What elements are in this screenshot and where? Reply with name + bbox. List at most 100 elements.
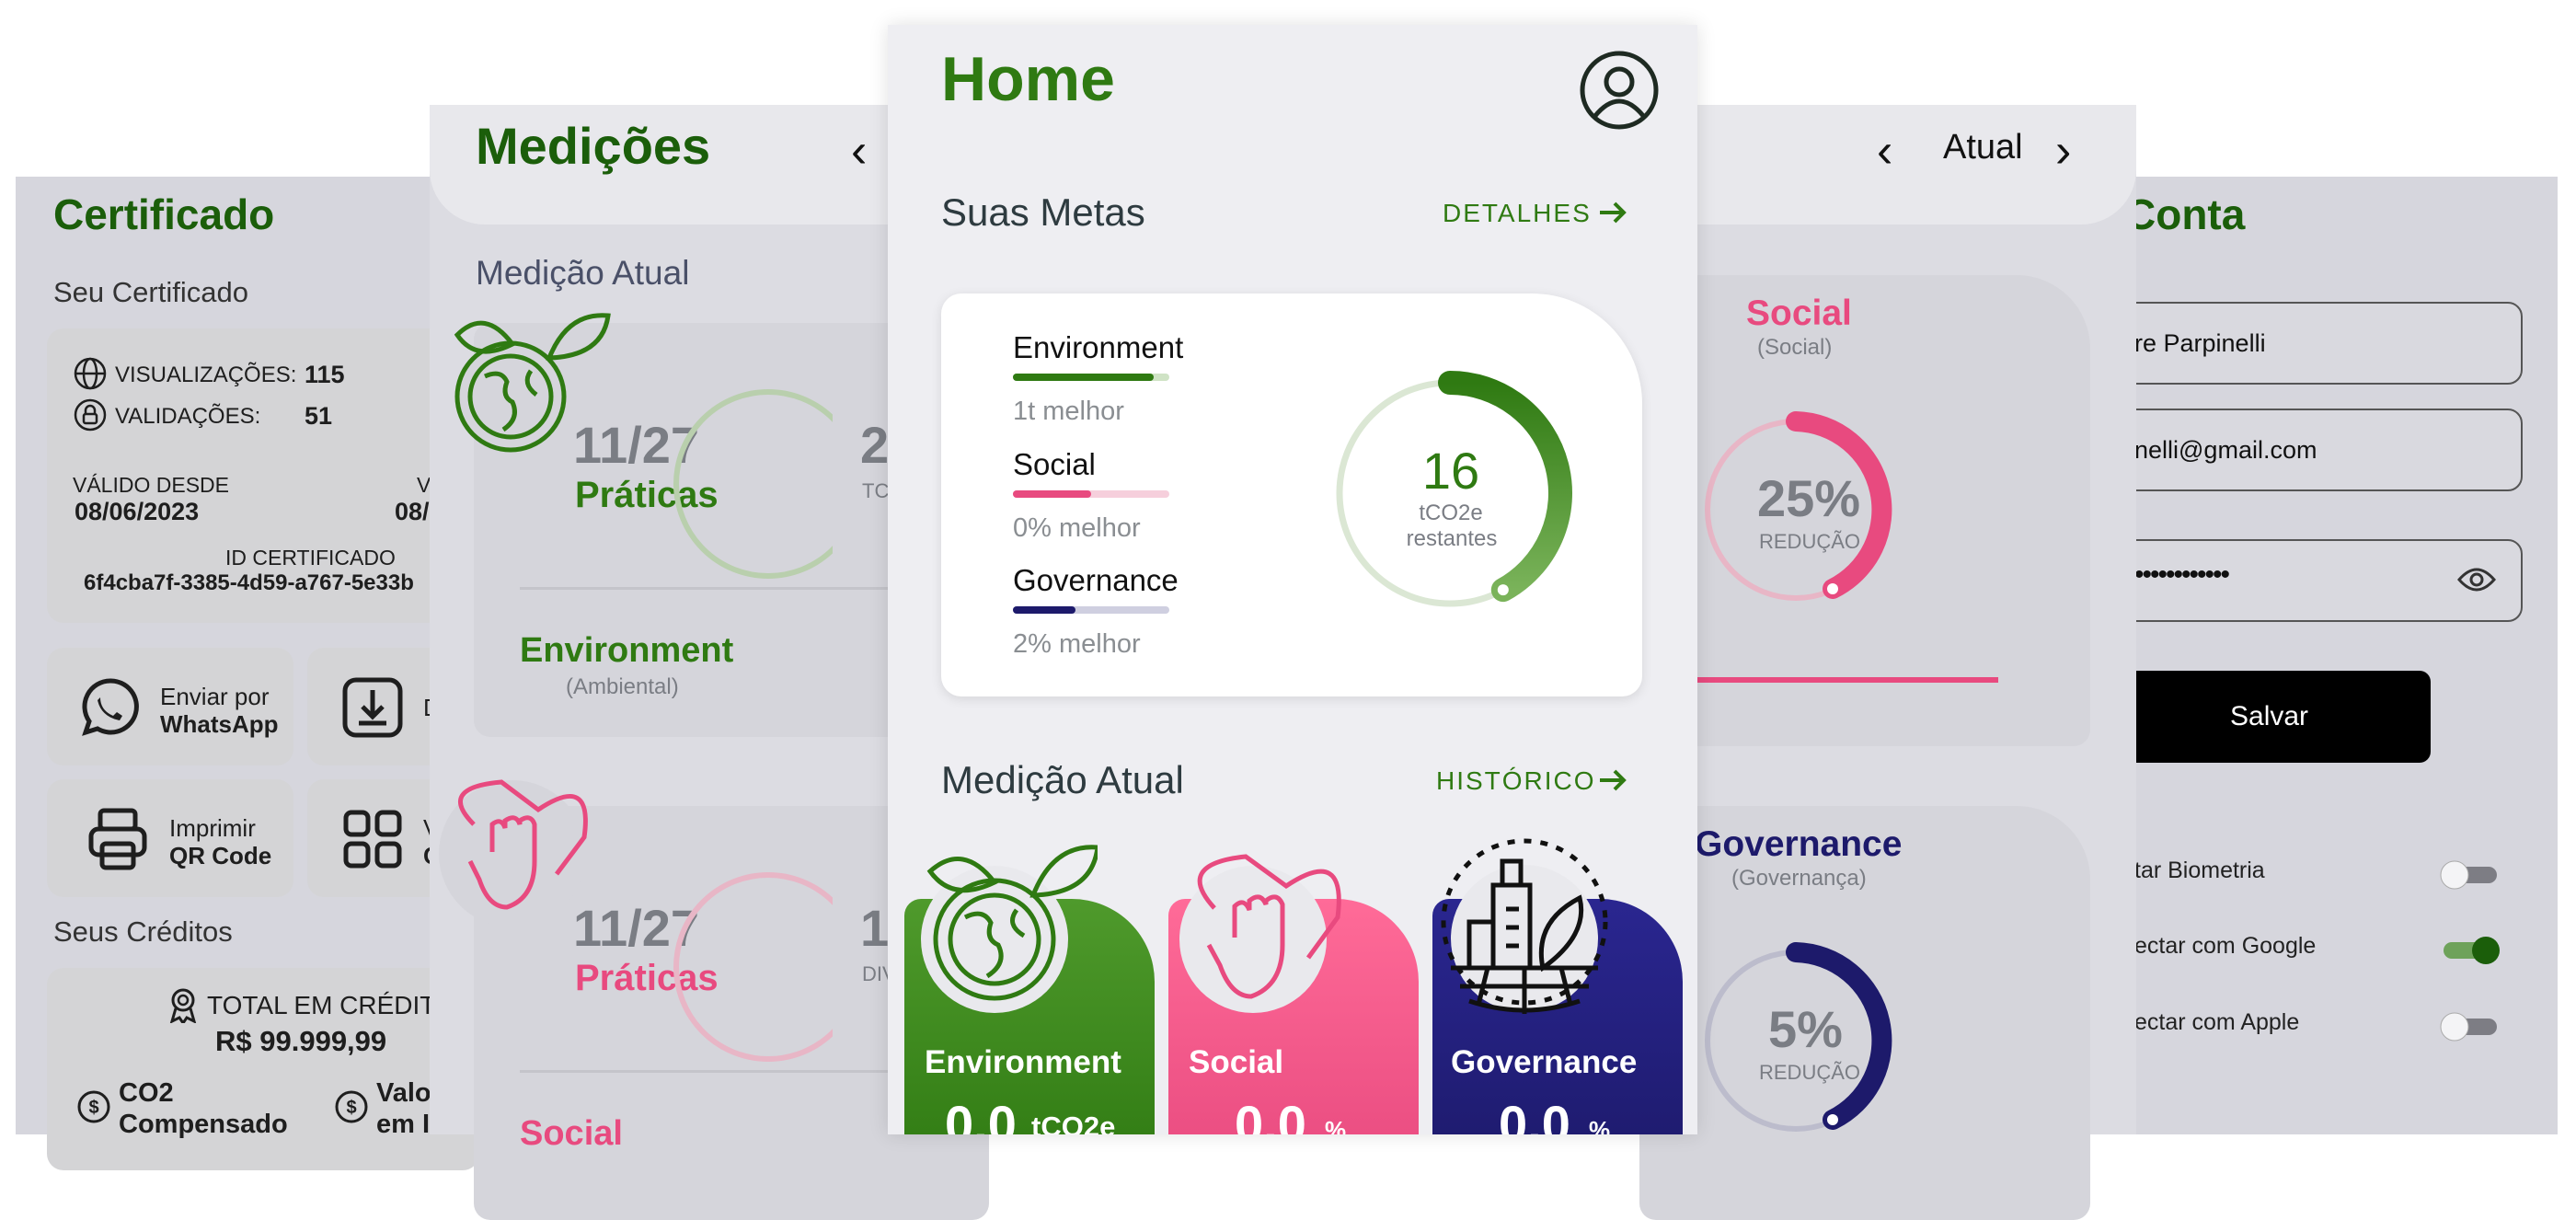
email-value: nelli@gmail.com — [2134, 436, 2317, 464]
apple-toggle[interactable] — [2438, 1007, 2502, 1044]
send-whatsapp-button[interactable]: Enviar por WhatsApp — [47, 648, 293, 765]
environment-goal-fill — [1013, 374, 1154, 381]
medicoes-detail-panel: ‹ Atual › Social (Social) 25% REDUÇÃO Go… — [1621, 105, 2136, 1220]
google-toggle[interactable] — [2438, 931, 2502, 968]
lock-icon — [73, 397, 108, 432]
pillar-title: Governance — [1695, 824, 1903, 864]
print-line1: Imprimir — [169, 814, 256, 842]
globe-icon — [73, 356, 108, 391]
goals-card[interactable]: Environment 1t melhor Social 0% melhor G… — [941, 293, 1642, 696]
arrow-right-icon[interactable] — [1596, 764, 1629, 797]
ring-value: 16 — [1421, 442, 1480, 500]
governance-goal-sub: 2% melhor — [1013, 629, 1141, 659]
environment-goal-sub: 1t melhor — [1013, 397, 1124, 426]
period-next-button[interactable]: › — [2055, 123, 2071, 178]
section-title: Medição Atual — [941, 758, 1184, 801]
print-line2: QR Code — [169, 842, 272, 869]
gauge-label: TC — [862, 479, 890, 502]
valid-since-value: 08/06/2023 — [75, 498, 200, 525]
qr-code-icon — [340, 807, 405, 871]
page-title: Certificado — [53, 190, 275, 238]
download-icon — [340, 675, 405, 740]
page-title: Conta — [2125, 190, 2246, 238]
biometric-toggle[interactable] — [2438, 856, 2502, 892]
views-label: VISUALIZAÇÕES: — [115, 363, 297, 387]
social-goal-fill — [1013, 490, 1091, 498]
history-link[interactable]: HISTÓRICO — [1436, 766, 1596, 796]
social-detail-card[interactable]: Social (Social) 25% REDUÇÃO — [1639, 275, 2090, 746]
whatsapp-line1: Enviar por — [160, 683, 270, 710]
conta-panel: Conta re Parpinelli nelli@gmail.com ••••… — [2098, 177, 2558, 1134]
social-goal-sub: 0% melhor — [1013, 513, 1141, 543]
earth-leaf-icon — [914, 825, 1098, 1019]
pillar-sub: (Governança) — [1731, 866, 1867, 891]
page-title: Home — [941, 44, 1115, 114]
home-panel: Home Suas Metas DETALHES Environment 1t … — [888, 25, 1697, 1134]
ring-sub: restantes — [1406, 526, 1498, 551]
details-link[interactable]: DETALHES — [1443, 199, 1592, 228]
valid-since-label: VÁLIDO DESDE — [73, 473, 229, 497]
svg-text:$: $ — [346, 1098, 356, 1118]
valid-until-value: 08/ — [395, 498, 430, 525]
reduction-value: 25% — [1757, 469, 1861, 527]
name-value: re Parpinelli — [2134, 329, 2266, 357]
password-field[interactable]: •••••••••••• — [2098, 539, 2523, 622]
co2-line2: Compensado — [119, 1110, 288, 1139]
period-prev-button[interactable]: ‹ — [851, 123, 867, 178]
biometric-label: tar Biometria — [2134, 857, 2265, 883]
total-credits-value: R$ 99.999,99 — [215, 1025, 387, 1057]
name-field[interactable]: re Parpinelli — [2098, 302, 2523, 385]
tile-value: 0.0 — [1499, 1095, 1570, 1134]
value-line2: em I — [376, 1110, 431, 1139]
section-title: Seu Certificado — [53, 276, 248, 308]
email-field[interactable]: nelli@gmail.com — [2098, 409, 2523, 491]
save-label: Salvar — [2230, 701, 2309, 731]
reduction-label: REDUÇÃO — [1759, 1061, 1861, 1084]
password-value: •••••••••••• — [2134, 559, 2230, 590]
building-globe-icon — [1432, 821, 1626, 1019]
tile-unit: % — [1589, 1116, 1611, 1134]
award-icon — [167, 986, 200, 1023]
tile-label: Environment — [925, 1044, 1121, 1080]
pillar-title: Social — [1746, 293, 1852, 333]
section-title: Suas Metas — [941, 190, 1145, 234]
arrow-right-icon[interactable] — [1596, 196, 1629, 229]
tile-value: 0.0 — [945, 1095, 1017, 1134]
pillar-sub: (Social) — [1757, 335, 1833, 360]
value-line1: Valo — [376, 1078, 431, 1108]
save-button[interactable]: Salvar — [2098, 671, 2431, 763]
tile-value: 0.0 — [1235, 1095, 1306, 1134]
page-title: Medições — [476, 117, 711, 175]
certificate-id-value: 6f4cba7f-3385-4d59-a767-5e33b — [84, 570, 414, 595]
social-progress-bar — [1695, 677, 1998, 683]
certificate-card: VISUALIZAÇÕES: 115 VALIDAÇÕES: 51 VÁLIDO… — [47, 328, 452, 623]
tile-label: Governance — [1451, 1044, 1638, 1080]
validations-label: VALIDAÇÕES: — [115, 404, 261, 429]
hands-heart-icon — [437, 769, 603, 935]
certificado-panel: Certificado Seu Certificado VISUALIZAÇÕE… — [16, 177, 491, 1170]
period-label: Atual — [1943, 128, 2023, 167]
governance-goal-fill — [1013, 606, 1075, 614]
social-goal-bar — [1013, 490, 1169, 498]
governance-detail-card[interactable]: Governance (Governança) 5% REDUÇÃO — [1639, 806, 2090, 1220]
governance-goal-bar — [1013, 606, 1169, 614]
ring-unit: tCO2e — [1419, 501, 1483, 525]
apple-label: ectar com Apple — [2134, 1009, 2300, 1035]
period-prev-button[interactable]: ‹ — [1877, 123, 1892, 178]
print-qr-button[interactable]: Imprimir QR Code — [47, 779, 293, 897]
environment-goal-bar — [1013, 374, 1169, 381]
gauge-value: 2 — [860, 416, 890, 474]
eye-icon[interactable] — [2456, 565, 2497, 594]
whatsapp-line2: WhatsApp — [160, 710, 279, 738]
reduction-label: REDUÇÃO — [1759, 530, 1861, 553]
certificate-id-label: ID CERTIFICADO — [225, 546, 396, 570]
value-dollar-icon: $ — [332, 1088, 371, 1126]
governance-goal-label: Governance — [1013, 563, 1179, 597]
validations-value: 51 — [305, 402, 333, 430]
svg-text:$: $ — [88, 1098, 98, 1118]
profile-icon[interactable] — [1578, 49, 1661, 132]
co2-line1: CO2 — [119, 1078, 174, 1108]
google-label: ectar com Google — [2134, 933, 2317, 959]
social-gauge — [667, 866, 833, 1068]
views-value: 115 — [305, 361, 345, 388]
